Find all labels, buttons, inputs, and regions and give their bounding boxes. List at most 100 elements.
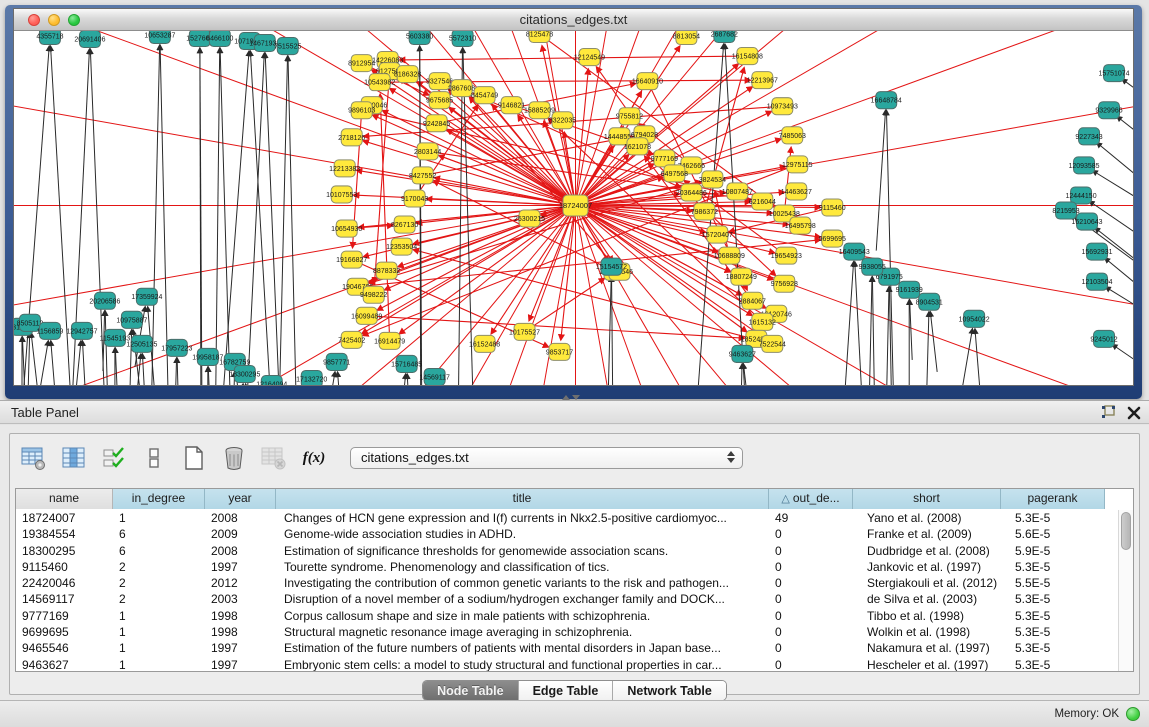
table-cell[interactable]: 2003 <box>205 591 276 607</box>
table-row[interactable]: 977716911998Corpus callosum shape and si… <box>16 608 1118 624</box>
table-cell[interactable]: Embryonic stem cells: a model to study s… <box>276 657 769 672</box>
graph-node[interactable]: 17957223 <box>161 339 192 356</box>
table-cell[interactable]: Estimation of significance thresholds fo… <box>276 543 769 559</box>
graph-node[interactable]: 9675685 <box>426 92 453 109</box>
graph-node[interactable]: 3824534 <box>699 171 726 188</box>
graph-node[interactable]: 15751074 <box>1098 65 1129 82</box>
table-cell[interactable]: Nakamura et al. (1997) <box>853 640 1001 656</box>
graph-node[interactable]: 8186328 <box>394 66 421 83</box>
table-mode-icon[interactable] <box>20 444 48 472</box>
graph-node[interactable]: 17359924 <box>131 288 162 305</box>
graph-node[interactable]: 9245012 <box>1090 330 1117 347</box>
graph-node[interactable]: 6497568 <box>661 165 688 182</box>
graph-node[interactable]: 20206586 <box>89 292 120 309</box>
table-cell[interactable]: 5.3E-5 <box>1001 591 1105 607</box>
column-header-pagerank[interactable]: pagerank <box>1001 489 1105 509</box>
table-cell[interactable]: Dudbridge et al. (2008) <box>853 543 1001 559</box>
table-cell[interactable]: 1 <box>113 640 205 656</box>
graph-node[interactable]: 16409543 <box>839 243 870 260</box>
table-cell[interactable]: Genome-wide association studies in ADHD. <box>276 526 769 542</box>
table-cell[interactable]: 1 <box>113 624 205 640</box>
table-cell[interactable]: 2008 <box>205 543 276 559</box>
table-cell[interactable]: 5.3E-5 <box>1001 559 1105 575</box>
graph-node[interactable]: 8813054 <box>673 31 700 45</box>
table-cell[interactable]: 5.3E-5 <box>1001 657 1105 672</box>
show-columns-icon[interactable] <box>60 444 88 472</box>
table-cell[interactable]: 5.6E-5 <box>1001 526 1105 542</box>
table-cell[interactable]: 6 <box>113 526 205 542</box>
graph-node[interactable]: 5572310 <box>449 31 476 47</box>
graph-node[interactable]: 8322035 <box>549 112 576 129</box>
graph-node[interactable]: 16640910 <box>632 73 663 90</box>
graph-node[interactable]: 9115460 <box>819 199 846 216</box>
table-cell[interactable]: 0 <box>769 608 853 624</box>
table-cell[interactable]: Wolkin et al. (1998) <box>853 624 1001 640</box>
graph-node[interactable]: 2718126 <box>338 129 365 146</box>
graph-node[interactable]: 10954022 <box>959 310 990 327</box>
float-panel-icon[interactable] <box>1100 404 1117 421</box>
table-cell[interactable]: 0 <box>769 559 853 575</box>
table-cell[interactable]: 2012 <box>205 575 276 591</box>
table-cell[interactable]: 0 <box>769 543 853 559</box>
table-cell[interactable]: Tourette syndrome. Phenomenology and cla… <box>276 559 769 575</box>
table-cell[interactable]: 0 <box>769 624 853 640</box>
graph-node[interactable]: 9498222 <box>360 286 387 303</box>
column-header-short[interactable]: short <box>853 489 1001 509</box>
table-cell[interactable]: Hescheler et al. (1997) <box>853 657 1001 672</box>
graph-node[interactable]: 9242845 <box>423 115 450 132</box>
graph-node[interactable]: 5603380 <box>406 31 433 45</box>
graph-node[interactable]: 7485063 <box>779 127 806 144</box>
table-cell[interactable]: 9115460 <box>16 559 113 575</box>
graph-node[interactable]: 6466100 <box>206 31 233 47</box>
graph-node[interactable]: 16914479 <box>374 332 405 349</box>
graph-node[interactable]: 1156859 <box>37 322 64 339</box>
table-row[interactable]: 1456911722003Disruption of a novel membe… <box>16 591 1118 607</box>
table-cell[interactable]: 22420046 <box>16 575 113 591</box>
table-cell[interactable]: 14569117 <box>16 591 113 607</box>
tab-edge-table[interactable]: Edge Table <box>519 681 614 700</box>
graph-node[interactable]: 19654923 <box>771 247 802 264</box>
graph-node[interactable]: 10807487 <box>722 183 753 200</box>
table-row[interactable]: 946554611997Estimation of the future num… <box>16 640 1118 656</box>
graph-node[interactable]: 7425402 <box>338 331 365 348</box>
new-column-icon[interactable] <box>180 444 208 472</box>
graph-node[interactable]: 12093585 <box>1068 157 1099 174</box>
table-cell[interactable]: Corpus callosum shape and size in male p… <box>276 608 769 624</box>
graph-node[interactable]: 4355718 <box>36 31 63 45</box>
graph-node[interactable]: 15885209 <box>524 102 555 119</box>
graph-node[interactable]: 2803144 <box>414 143 441 160</box>
table-row[interactable]: 946362711997Embryonic stem cells: a mode… <box>16 657 1118 672</box>
table-cell[interactable]: 19384554 <box>16 526 113 542</box>
table-cell[interactable]: Jankovic et al. (1997) <box>853 559 1001 575</box>
graph-node[interactable]: 1615132 <box>749 313 776 330</box>
table-cell[interactable]: 1 <box>113 657 205 672</box>
table-cell[interactable]: 18300295 <box>16 543 113 559</box>
table-cell[interactable]: 0 <box>769 640 853 656</box>
table-cell[interactable]: Investigating the contribution of common… <box>276 575 769 591</box>
graph-node[interactable]: 9853717 <box>546 343 573 360</box>
tab-network-table[interactable]: Network Table <box>613 681 726 700</box>
graph-node[interactable]: 10973493 <box>767 98 798 115</box>
table-cell[interactable]: 9777169 <box>16 608 113 624</box>
table-cell[interactable]: 2 <box>113 575 205 591</box>
table-cell[interactable]: 2008 <box>205 510 276 526</box>
network-canvas[interactable]: 8912954142260839127508818632810543982932… <box>14 31 1133 385</box>
close-panel-icon[interactable] <box>1127 406 1141 420</box>
table-cell[interactable]: 9465546 <box>16 640 113 656</box>
column-header-name[interactable]: name <box>16 489 113 509</box>
graph-node[interactable]: 17132720 <box>296 370 327 385</box>
graph-node[interactable]: 9699695 <box>819 230 846 247</box>
graph-node[interactable]: 9463627 <box>729 345 756 362</box>
function-builder-icon[interactable]: f(x) <box>300 444 328 472</box>
table-cell[interactable]: 0 <box>769 657 853 672</box>
graph-node[interactable]: 10653287 <box>144 31 175 44</box>
graph-node[interactable]: 8427552 <box>409 167 436 184</box>
graph-node[interactable]: 10975887 <box>116 311 147 328</box>
table-cell[interactable]: 5.3E-5 <box>1001 624 1105 640</box>
graph-node[interactable]: 9227343 <box>1075 128 1102 145</box>
graph-node[interactable]: 9146821 <box>498 97 525 114</box>
table-row[interactable]: 911546021997Tourette syndrome. Phenomeno… <box>16 559 1118 575</box>
table-cell[interactable]: de Silva et al. (2003) <box>853 591 1001 607</box>
graph-node[interactable]: 18724007 <box>559 195 592 216</box>
table-cell[interactable]: 0 <box>769 575 853 591</box>
